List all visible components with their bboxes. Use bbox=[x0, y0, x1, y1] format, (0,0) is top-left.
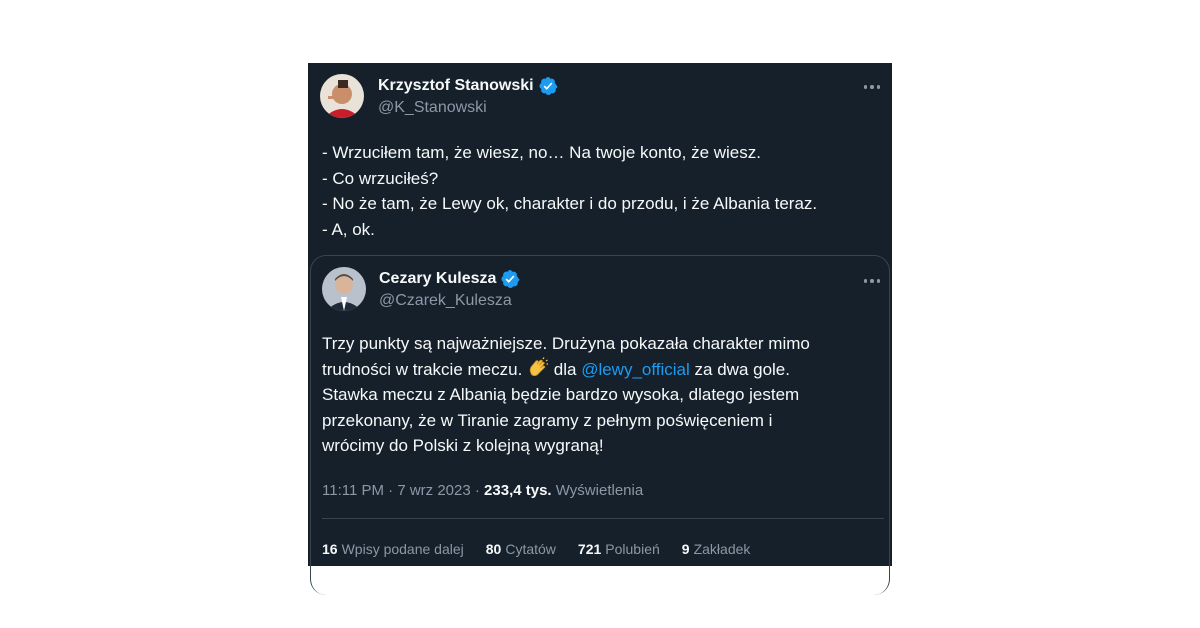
author-avatar[interactable] bbox=[320, 74, 364, 118]
stat-count: 16 bbox=[322, 541, 338, 557]
divider bbox=[322, 518, 884, 519]
quoted-line: wrócimy do Polski z kolejną wygraną! bbox=[322, 436, 604, 455]
tweet-line: - No że tam, że Lewy ok, charakter i do … bbox=[322, 194, 818, 213]
tweet-text: - Wrzuciłem tam, że wiesz, no… Na twoje … bbox=[322, 140, 817, 242]
stat-label: Cytatów bbox=[505, 541, 556, 557]
tweet-line: - A, ok. bbox=[322, 219, 375, 239]
stat-count: 80 bbox=[485, 541, 502, 557]
clapping-hands-icon bbox=[529, 356, 549, 376]
stat-reposts[interactable]: 16 Wpisy podane dalej bbox=[322, 541, 464, 557]
stat-label: Polubień bbox=[605, 541, 660, 557]
author-name[interactable]: Krzysztof Stanowski bbox=[378, 77, 534, 95]
quoted-line: Trzy punkty są najważniejsze. Drużyna po… bbox=[322, 334, 810, 353]
author-name-row: Krzysztof Stanowski bbox=[378, 76, 558, 96]
tweet-date[interactable]: 7 wrz 2023 bbox=[397, 482, 470, 499]
tweet-line: - Co wrzuciłeś? bbox=[322, 168, 439, 188]
stat-count: 721 bbox=[577, 541, 602, 557]
quoted-line: Stawka meczu z Albanią będzie bardzo wys… bbox=[322, 385, 800, 404]
stat-label: Wpisy podane dalej bbox=[341, 541, 464, 557]
quoted-author-name[interactable]: Cezary Kulesza bbox=[379, 270, 496, 288]
stat-bookmarks[interactable]: 9 Zakładek bbox=[682, 541, 751, 557]
quoted-more-options-icon[interactable] bbox=[860, 271, 884, 291]
verified-badge-icon bbox=[501, 270, 520, 288]
quoted-line-part: za dwa gole. bbox=[694, 359, 790, 379]
quoted-text: Trzy punkty są najważniejsze. Drużyna po… bbox=[322, 331, 810, 459]
quoted-author-handle[interactable]: @Czarek_Kulesza bbox=[379, 292, 512, 310]
quoted-author-name-row: Cezary Kulesza bbox=[379, 269, 520, 289]
quoted-author-avatar[interactable] bbox=[322, 267, 366, 311]
tweet-line: - Wrzuciłem tam, że wiesz, no… Na twoje … bbox=[322, 143, 761, 162]
views-label: Wyświetlenia bbox=[555, 482, 644, 499]
engagement-stats: 16 Wpisy podane dalej 80 Cytatów 721 Polubi… bbox=[322, 541, 750, 557]
quoted-line-part: dla bbox=[553, 359, 577, 379]
tweet-time[interactable]: 11:11 PM bbox=[322, 482, 384, 499]
author-handle[interactable]: @K_Stanowski bbox=[378, 99, 487, 117]
quoted-line: przekonany, że w Tiranie zagramy z pełny… bbox=[322, 410, 773, 430]
meta-separator: · bbox=[388, 482, 394, 499]
tweet-meta: 11:11 PM · 7 wrz 2023 · 233,4 tys. Wyświ… bbox=[322, 482, 643, 499]
tweet-card: Krzysztof Stanowski @K_Stanowski - Wrzuc… bbox=[308, 63, 892, 595]
views-count: 233,4 tys. bbox=[484, 482, 552, 499]
more-options-icon[interactable] bbox=[860, 77, 884, 97]
stat-quotes[interactable]: 80 Cytatów bbox=[486, 541, 556, 557]
quoted-line: trudności w trakcie meczu. dla @lewy_off… bbox=[322, 356, 810, 383]
stat-label: Zakładek bbox=[693, 541, 751, 557]
meta-separator: · bbox=[474, 482, 480, 499]
quoted-line-part: trudności w trakcie meczu. bbox=[322, 359, 523, 379]
verified-badge-icon bbox=[539, 77, 558, 95]
stat-count: 9 bbox=[681, 541, 690, 557]
mention-link[interactable]: @lewy_official bbox=[581, 360, 690, 379]
stat-likes[interactable]: 721 Polubień bbox=[578, 541, 660, 557]
